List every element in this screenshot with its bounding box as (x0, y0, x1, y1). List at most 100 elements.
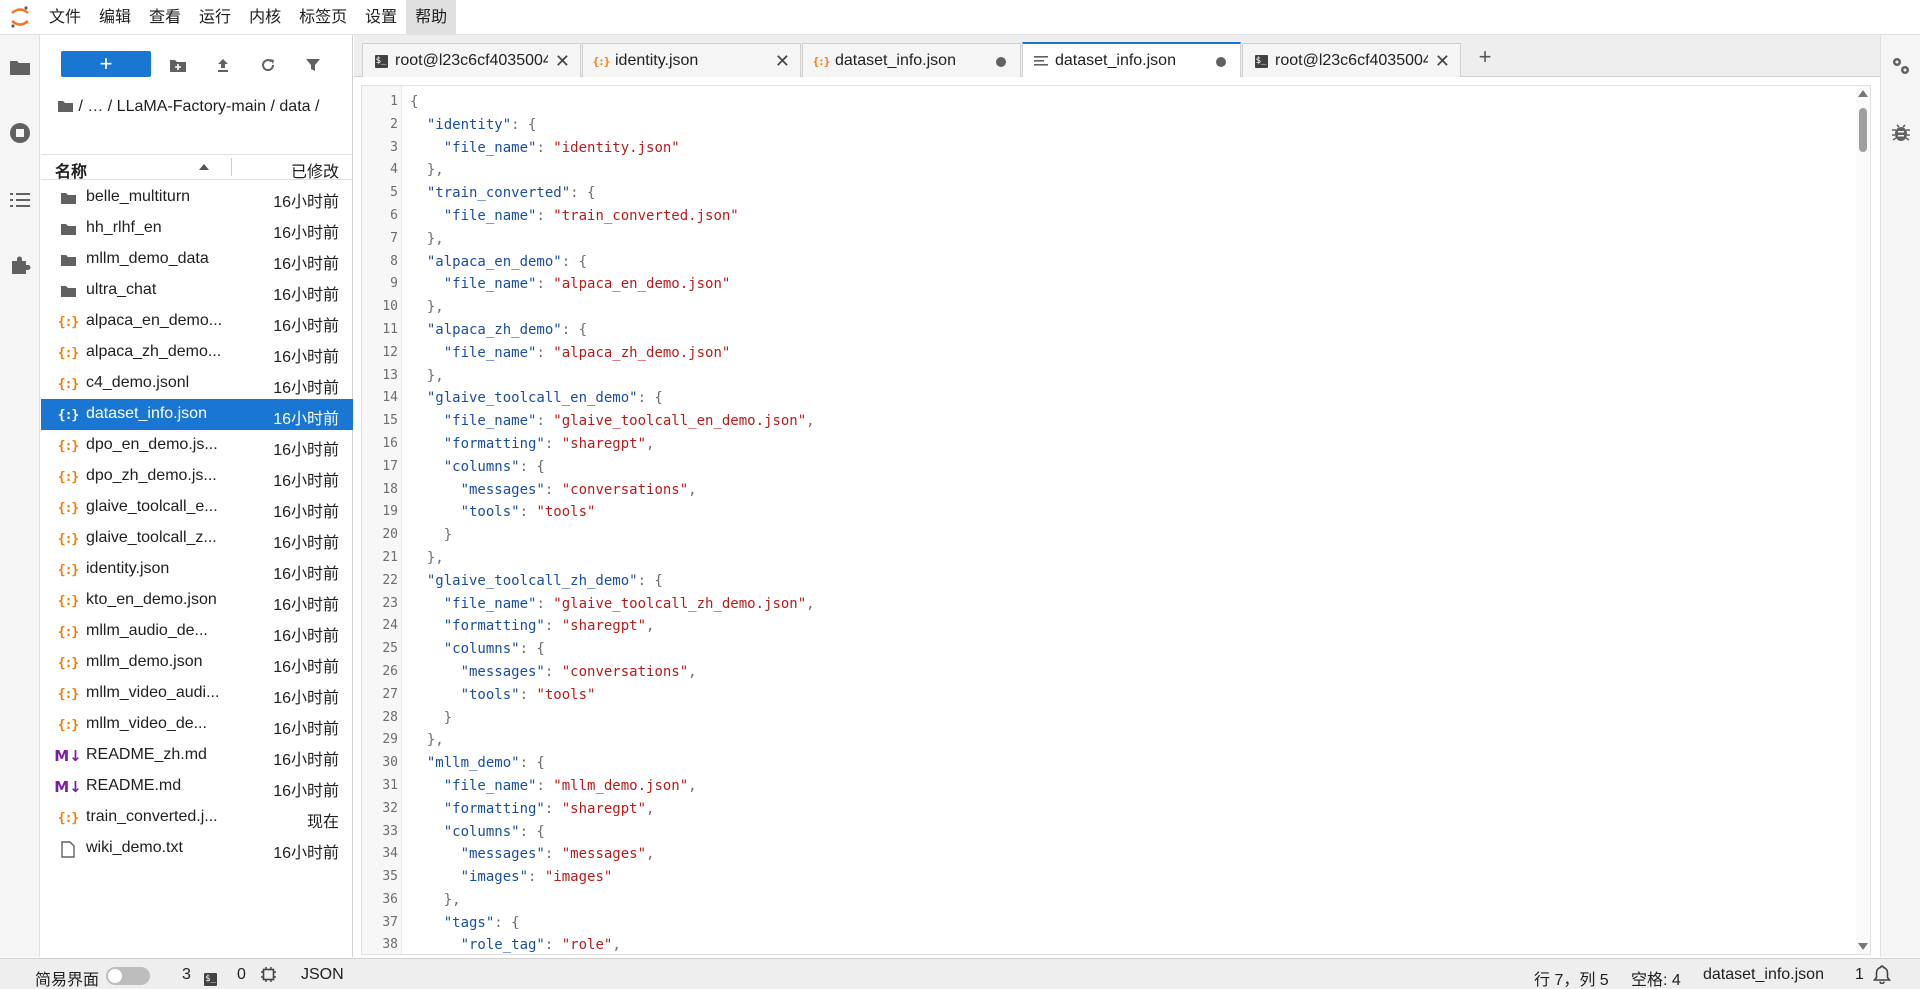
code-line[interactable]: 9 "file_name": "alpaca_en_demo.json" (362, 273, 1842, 296)
running-sessions-icon[interactable] (6, 119, 34, 147)
code-line[interactable]: 8 "alpaca_en_demo": { (362, 251, 1842, 274)
file-row[interactable]: mllm_demo_data 16小时前 (41, 244, 353, 275)
code-line[interactable]: 25 "columns": { (362, 638, 1842, 661)
file-row[interactable]: {:} mllm_video_audi... 16小时前 (41, 678, 353, 709)
menu-view[interactable]: 查看 (140, 0, 190, 35)
code-line[interactable]: 22 "glaive_toolcall_zh_demo": { (362, 570, 1842, 593)
scroll-up-icon[interactable] (1858, 90, 1868, 97)
close-tab-icon[interactable]: ✕ (775, 51, 790, 72)
code-editor[interactable]: 1{2 "identity": {3 "file_name": "identit… (361, 85, 1871, 955)
kernel-chip-icon[interactable] (260, 966, 277, 988)
code-line[interactable]: 28 } (362, 707, 1842, 730)
code-line[interactable]: 27 "tools": "tools" (362, 684, 1842, 707)
filter-icon[interactable] (303, 55, 323, 75)
file-row[interactable]: {:} c4_demo.jsonl 16小时前 (41, 368, 353, 399)
sort-ascending-icon[interactable] (199, 164, 209, 170)
code-line[interactable]: 35 "images": "images" (362, 866, 1842, 889)
code-line[interactable]: 26 "messages": "conversations", (362, 661, 1842, 684)
code-line[interactable]: 33 "columns": { (362, 821, 1842, 844)
file-row[interactable]: {:} glaive_toolcall_e... 16小时前 (41, 492, 353, 523)
document-tab[interactable]: $_ root@l23c6cf403500401ba ✕ (362, 43, 581, 77)
code-line[interactable]: 15 "file_name": "glaive_toolcall_en_demo… (362, 410, 1842, 433)
terminal-icon[interactable]: $_ (204, 968, 217, 986)
column-divider[interactable] (231, 158, 232, 176)
code-line[interactable]: 24 "formatting": "sharegpt", (362, 615, 1842, 638)
menu-settings[interactable]: 设置 (356, 0, 406, 35)
code-line[interactable]: 13 }, (362, 365, 1842, 388)
file-row[interactable]: {:} identity.json 16小时前 (41, 554, 353, 585)
code-line[interactable]: 10 }, (362, 296, 1842, 319)
unsaved-indicator-icon[interactable] (996, 57, 1006, 67)
file-row[interactable]: {:} dpo_en_demo.js... 16小时前 (41, 430, 353, 461)
folder-icon[interactable] (6, 53, 34, 81)
code-line[interactable]: 29 }, (362, 729, 1842, 752)
indentation-setting[interactable]: 空格: 4 (1631, 966, 1681, 989)
editor-content[interactable]: 1{2 "identity": {3 "file_name": "identit… (362, 91, 1842, 954)
file-row[interactable]: {:} mllm_audio_de... 16小时前 (41, 616, 353, 647)
code-line[interactable]: 7 }, (362, 228, 1842, 251)
menu-edit[interactable]: 编辑 (90, 0, 140, 35)
code-line[interactable]: 1{ (362, 91, 1842, 114)
code-line[interactable]: 17 "columns": { (362, 456, 1842, 479)
code-line[interactable]: 4 }, (362, 159, 1842, 182)
document-tab[interactable]: $_ root@l23c6cf403500401ba ✕ (1242, 43, 1461, 77)
code-line[interactable]: 6 "file_name": "train_converted.json" (362, 205, 1842, 228)
close-tab-icon[interactable]: ✕ (555, 51, 570, 72)
code-line[interactable]: 3 "file_name": "identity.json" (362, 137, 1842, 160)
code-line[interactable]: 16 "formatting": "sharegpt", (362, 433, 1842, 456)
file-row[interactable]: M↓ README_zh.md 16小时前 (41, 740, 353, 771)
code-line[interactable]: 23 "file_name": "glaive_toolcall_zh_demo… (362, 593, 1842, 616)
document-tab[interactable]: {:} dataset_info.json (802, 43, 1021, 77)
terminal-count[interactable]: 0 (237, 966, 246, 984)
column-modified-header[interactable]: 已修改 (291, 158, 339, 182)
menu-file[interactable]: 文件 (40, 0, 90, 35)
code-line[interactable]: 38 "role_tag": "role", (362, 934, 1842, 954)
close-tab-icon[interactable]: ✕ (1435, 51, 1450, 72)
document-tab[interactable]: {:} identity.json ✕ (582, 43, 801, 77)
code-line[interactable]: 14 "glaive_toolcall_en_demo": { (362, 387, 1842, 410)
code-line[interactable]: 31 "file_name": "mllm_demo.json", (362, 775, 1842, 798)
property-inspector-icon[interactable] (1890, 55, 1912, 77)
column-name-header[interactable]: 名称 (55, 158, 87, 182)
bell-icon[interactable] (1872, 965, 1892, 989)
code-line[interactable]: 18 "messages": "conversations", (362, 479, 1842, 502)
menu-run[interactable]: 运行 (190, 0, 240, 35)
file-row[interactable]: {:} glaive_toolcall_z... 16小时前 (41, 523, 353, 554)
table-of-contents-icon[interactable] (6, 186, 34, 214)
refresh-icon[interactable] (258, 55, 278, 75)
code-line[interactable]: 20 } (362, 524, 1842, 547)
file-row[interactable]: belle_multiturn 16小时前 (41, 182, 353, 213)
file-row[interactable]: {:} mllm_demo.json 16小时前 (41, 647, 353, 678)
scrollbar-thumb[interactable] (1859, 108, 1867, 152)
file-row[interactable]: wiki_demo.txt 16小时前 (41, 833, 353, 864)
menu-tabs[interactable]: 标签页 (290, 0, 356, 35)
unsaved-indicator-icon[interactable] (1216, 57, 1226, 67)
breadcrumb[interactable]: / … / LLaMA-Factory-main / data / (57, 95, 337, 120)
debugger-bug-icon[interactable] (1890, 121, 1912, 143)
code-line[interactable]: 11 "alpaca_zh_demo": { (362, 319, 1842, 342)
cursor-position[interactable]: 行 7，列 5 (1534, 966, 1609, 989)
upload-icon[interactable] (213, 55, 233, 75)
file-row[interactable]: {:} dataset_info.json 16小时前 (41, 399, 353, 430)
file-row[interactable]: {:} mllm_video_de... 16小时前 (41, 709, 353, 740)
code-line[interactable]: 36 }, (362, 889, 1842, 912)
home-folder-icon[interactable] (57, 97, 74, 120)
file-row[interactable]: ultra_chat 16小时前 (41, 275, 353, 306)
code-line[interactable]: 37 "tags": { (362, 912, 1842, 935)
code-line[interactable]: 30 "mllm_demo": { (362, 752, 1842, 775)
code-line[interactable]: 12 "file_name": "alpaca_zh_demo.json" (362, 342, 1842, 365)
new-tab-button[interactable]: + (1470, 43, 1500, 73)
file-row[interactable]: M↓ README.md 16小时前 (41, 771, 353, 802)
file-row[interactable]: {:} alpaca_en_demo... 16小时前 (41, 306, 353, 337)
notification-count[interactable]: 1 (1855, 966, 1864, 984)
extensions-icon[interactable] (6, 251, 34, 279)
code-line[interactable]: 2 "identity": { (362, 114, 1842, 137)
file-row[interactable]: hh_rlhf_en 16小时前 (41, 213, 353, 244)
file-row[interactable]: {:} alpaca_zh_demo... 16小时前 (41, 337, 353, 368)
file-row[interactable]: {:} train_converted.j... 现在 (41, 802, 353, 833)
new-launcher-button[interactable]: + (61, 51, 151, 77)
code-line[interactable]: 21 }, (362, 547, 1842, 570)
code-line[interactable]: 32 "formatting": "sharegpt", (362, 798, 1842, 821)
scroll-down-icon[interactable] (1858, 943, 1868, 950)
menu-help[interactable]: 帮助 (406, 0, 457, 35)
